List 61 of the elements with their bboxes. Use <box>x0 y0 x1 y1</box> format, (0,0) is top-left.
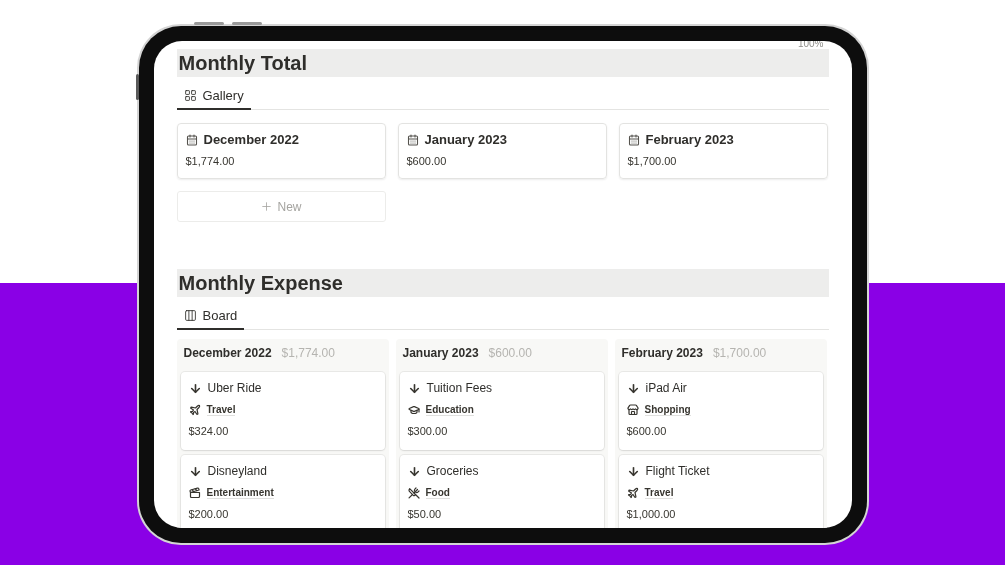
clapperboard-icon <box>188 487 201 499</box>
expense-amount: $1,000.00 <box>626 508 677 520</box>
category-tag: Travel <box>644 487 674 499</box>
column-title: January 2023 <box>402 346 479 360</box>
expense-card[interactable]: Uber Ride Travel $324.00 <box>180 372 385 450</box>
card-title: February 2023 <box>645 132 734 147</box>
card-amount: $600.00 <box>406 155 448 167</box>
expense-card[interactable]: Flight Ticket Travel $1,000.00 <box>618 455 823 528</box>
calendar-icon <box>406 133 419 146</box>
expense-amount: $324.00 <box>188 425 230 437</box>
expense-amount: $50.00 <box>407 508 443 520</box>
card-amount: $1,700.00 <box>627 155 678 167</box>
card-title: December 2022 <box>203 132 299 147</box>
utensils-icon <box>407 487 420 499</box>
expense-amount: $200.00 <box>188 508 230 520</box>
arrow-down-icon <box>188 464 202 478</box>
category-tag: Entertainment <box>206 487 274 499</box>
expense-title: Uber Ride <box>207 381 262 395</box>
view-tab[interactable]: Board <box>176 302 245 330</box>
store-icon <box>626 404 639 416</box>
view-tab[interactable]: Gallery <box>176 82 251 110</box>
arrow-down-icon <box>626 464 640 478</box>
expense-card[interactable]: Disneyland Entertainment $200.00 <box>180 455 385 528</box>
expense-card[interactable]: Tuition Fees Education $300.00 <box>399 372 604 450</box>
gallery-card[interactable]: February 2023 $1,700.00 <box>618 123 828 179</box>
section-heading: Monthly Total <box>176 49 829 77</box>
category-tag: Travel <box>206 404 236 416</box>
arrow-down-icon <box>188 381 202 395</box>
card-title: January 2023 <box>424 132 507 147</box>
grid-icon <box>183 88 197 102</box>
column-title: February 2023 <box>621 346 703 360</box>
gallery-card[interactable]: January 2023 $600.00 <box>397 123 607 179</box>
column-total: $1,700.00 <box>712 346 767 360</box>
expense-title: Tuition Fees <box>426 381 493 395</box>
column-total: $1,774.00 <box>281 346 335 360</box>
calendar-icon <box>185 133 198 146</box>
gallery-card[interactable]: December 2022 $1,774.00 <box>176 123 386 179</box>
column-title: December 2022 <box>183 346 272 360</box>
expense-title: Groceries <box>426 464 479 478</box>
category-tag: Food <box>425 487 450 499</box>
category-tag: Shopping <box>644 404 691 416</box>
arrow-down-icon <box>626 381 640 395</box>
calendar-icon <box>627 133 640 146</box>
arrow-down-icon <box>407 464 421 478</box>
category-tag: Education <box>425 404 474 416</box>
expense-amount: $600.00 <box>626 425 668 437</box>
expense-title: Flight Ticket <box>645 464 710 478</box>
expense-title: iPad Air <box>645 381 687 395</box>
plane-icon <box>626 487 639 499</box>
plus-icon <box>260 200 274 213</box>
plane-icon <box>188 404 201 416</box>
expense-card[interactable]: Groceries Food $50.00 <box>399 455 604 528</box>
graduation-cap-icon <box>407 404 420 416</box>
section-heading: Monthly Expense <box>176 269 829 297</box>
card-amount: $1,774.00 <box>185 155 236 167</box>
expense-card[interactable]: iPad Air Shopping $600.00 <box>618 372 823 450</box>
column-total: $600.00 <box>488 346 532 360</box>
expense-amount: $300.00 <box>407 425 449 437</box>
columns-icon <box>183 308 197 322</box>
expense-title: Disneyland <box>207 464 267 478</box>
arrow-down-icon <box>407 381 421 395</box>
